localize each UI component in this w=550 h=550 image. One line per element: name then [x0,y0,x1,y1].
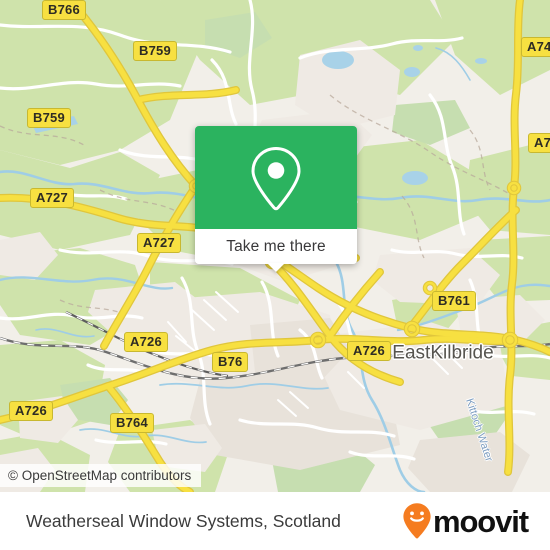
road-shield-b766: B766 [42,0,86,20]
road-shield-a749-a: A749 [521,37,550,57]
osm-attribution[interactable]: © OpenStreetMap contributors [0,464,202,487]
take-me-there-label: Take me there [226,237,326,255]
popup-header [195,126,357,229]
moovit-smiley-pin-icon [403,503,431,539]
moovit-logo[interactable]: moovit [402,502,529,540]
road-shield-b759-b: B759 [27,108,71,128]
moovit-map-page: EastKilbride Kittoch Water B766 B759 A74… [0,0,550,550]
road-shield-b76-clipped: B76 [212,352,249,372]
road-shield-a726-c: A726 [9,401,53,421]
road-shield-b764: B764 [110,413,154,433]
place-label-east-kilbride: EastKilbride [392,342,494,364]
moovit-wordmark: moovit [432,503,529,539]
road-shield-b759-a: B759 [133,41,177,61]
page-title: Weatherseal Window Systems, Scotland [26,510,341,531]
road-shield-a726-b: A726 [347,341,391,361]
popup-pointer-tail [267,263,285,272]
road-shield-a749-b: A749 [528,133,550,153]
road-shield-a727-b: A727 [137,233,181,253]
road-shield-b761: B761 [432,291,476,311]
page-footer: Weatherseal Window Systems, Scotland moo… [0,492,550,550]
take-me-there-button[interactable]: Take me there [195,229,357,272]
map-pin-icon [251,146,301,210]
location-popup-card[interactable]: Take me there [195,126,357,272]
road-shield-a726-a: A726 [124,332,168,352]
road-shield-a727-a: A727 [30,188,74,208]
